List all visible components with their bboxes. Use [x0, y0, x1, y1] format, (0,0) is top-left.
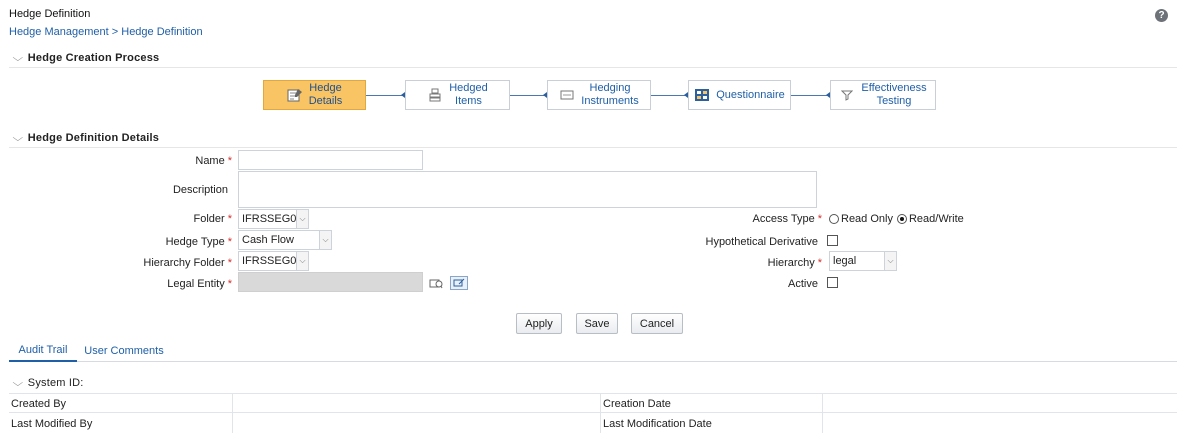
radio-read-only[interactable]	[829, 214, 839, 224]
hierarchy-folder-select[interactable]: IFRSSEG01 ⌵	[238, 251, 309, 271]
last-modification-date-value	[823, 414, 1177, 433]
hierarchy-browser-icon[interactable]	[429, 277, 443, 289]
step-label: Effectiveness Testing	[861, 82, 927, 107]
step-questionnaire[interactable]: Questionnaire	[688, 80, 791, 110]
hedge-type-select[interactable]: Cash Flow ⌵	[238, 230, 332, 250]
divider	[9, 67, 1177, 68]
hypothetical-derivative-checkbox[interactable]	[827, 235, 838, 246]
cancel-button[interactable]: Cancel	[631, 313, 683, 334]
section-title: Hedge Creation Process	[27, 52, 160, 64]
radio-read-write[interactable]	[896, 214, 907, 224]
hierarchy-folder-value: IFRSSEG01	[242, 255, 303, 267]
hierarchy-value: legal	[833, 255, 857, 267]
hypothetical-derivative-label: Hypothetical Derivative	[705, 236, 819, 248]
tab-user-comments[interactable]: User Comments	[79, 340, 169, 362]
section-hedge-definition-details[interactable]: ⌵ Hedge Definition Details	[12, 132, 160, 144]
section-title: Hedge Definition Details	[27, 132, 160, 144]
train-connector	[791, 95, 831, 96]
chevron-down-icon: ⌵	[884, 252, 896, 270]
train-connector	[366, 95, 406, 96]
breadcrumb-separator: >	[111, 26, 119, 38]
created-by-label: Created By	[9, 394, 233, 414]
hedge-type-label: Hedge Type *	[165, 236, 232, 248]
step-hedged-items[interactable]: Hedged Items	[405, 80, 510, 110]
active-checkbox[interactable]	[827, 277, 838, 288]
legal-entity-input	[238, 272, 423, 292]
description-label: Description	[172, 184, 228, 196]
last-modified-by-value	[233, 414, 601, 433]
tab-bar: Audit Trail User Comments	[9, 340, 1177, 362]
created-by-value	[233, 394, 601, 414]
description-field[interactable]	[238, 171, 817, 208]
chevron-down-icon: ⌵	[296, 210, 308, 228]
step-effectiveness-testing[interactable]: Effectiveness Testing	[830, 80, 936, 110]
step-label: Hedge Details	[308, 82, 343, 107]
step-label: Hedging Instruments	[581, 82, 639, 107]
chevron-down-icon: ⌵	[319, 231, 331, 249]
chevron-down-icon: ⌵	[296, 252, 308, 270]
chevron-down-icon: ⌵	[12, 377, 24, 389]
step-hedge-details[interactable]: Hedge Details	[263, 80, 366, 110]
last-modification-date-label: Last Modification Date	[601, 414, 823, 433]
legal-entity-label: Legal Entity *	[167, 278, 232, 290]
access-type-radio-group: Read Only Read/Write	[829, 213, 966, 225]
apply-button[interactable]: Apply	[516, 313, 562, 334]
hierarchy-label: Hierarchy *	[767, 257, 822, 269]
active-label: Active	[788, 278, 818, 290]
questionnaire-icon	[694, 88, 710, 102]
hierarchy-folder-label: Hierarchy Folder *	[143, 257, 232, 269]
chevron-down-icon: ⌵	[12, 52, 24, 64]
folder-label: Folder *	[193, 213, 232, 225]
breadcrumb: Hedge Management > Hedge Definition	[9, 26, 203, 38]
last-modified-by-label: Last Modified By	[9, 414, 233, 433]
instrument-icon	[559, 88, 575, 102]
table-row: Last Modified By Last Modification Date	[9, 414, 1177, 433]
help-icon[interactable]: ?	[1155, 9, 1168, 22]
system-id-label: System ID:	[27, 377, 84, 389]
step-label: Hedged Items	[449, 82, 488, 107]
hedge-type-value: Cash Flow	[242, 234, 294, 246]
process-train: Hedge Details Hedged Items Hedging Instrume…	[263, 80, 936, 110]
breadcrumb-hedge-definition[interactable]: Hedge Definition	[121, 26, 202, 38]
folder-select[interactable]: IFRSSEG01 ⌵	[238, 209, 309, 229]
section-hedge-creation-process[interactable]: ⌵ Hedge Creation Process	[12, 52, 160, 64]
step-hedging-instruments[interactable]: Hedging Instruments	[547, 80, 651, 110]
page-title: Hedge Definition	[9, 8, 91, 20]
document-edit-icon	[287, 88, 303, 102]
items-icon	[427, 88, 443, 102]
creation-date-value	[823, 394, 1177, 414]
hierarchy-select[interactable]: legal ⌵	[829, 251, 897, 271]
breadcrumb-hedge-management[interactable]: Hedge Management	[9, 26, 109, 38]
name-label: Name *	[195, 155, 232, 167]
tab-audit-trail[interactable]: Audit Trail	[9, 340, 77, 362]
save-button[interactable]: Save	[576, 313, 618, 334]
step-label: Questionnaire	[716, 88, 785, 101]
access-read-only-option[interactable]: Read Only	[829, 213, 893, 225]
chevron-down-icon: ⌵	[12, 132, 24, 144]
creation-date-label: Creation Date	[601, 394, 823, 414]
name-input[interactable]	[238, 150, 423, 170]
divider	[9, 147, 1177, 148]
filter-icon	[839, 88, 855, 102]
table-row: Created By Creation Date	[9, 393, 1177, 414]
access-read-write-option[interactable]: Read/Write	[896, 213, 964, 225]
access-type-label: Access Type *	[752, 213, 822, 225]
edit-selection-icon[interactable]	[450, 276, 468, 290]
folder-value: IFRSSEG01	[242, 213, 303, 225]
section-system-id[interactable]: ⌵ System ID:	[12, 377, 84, 389]
